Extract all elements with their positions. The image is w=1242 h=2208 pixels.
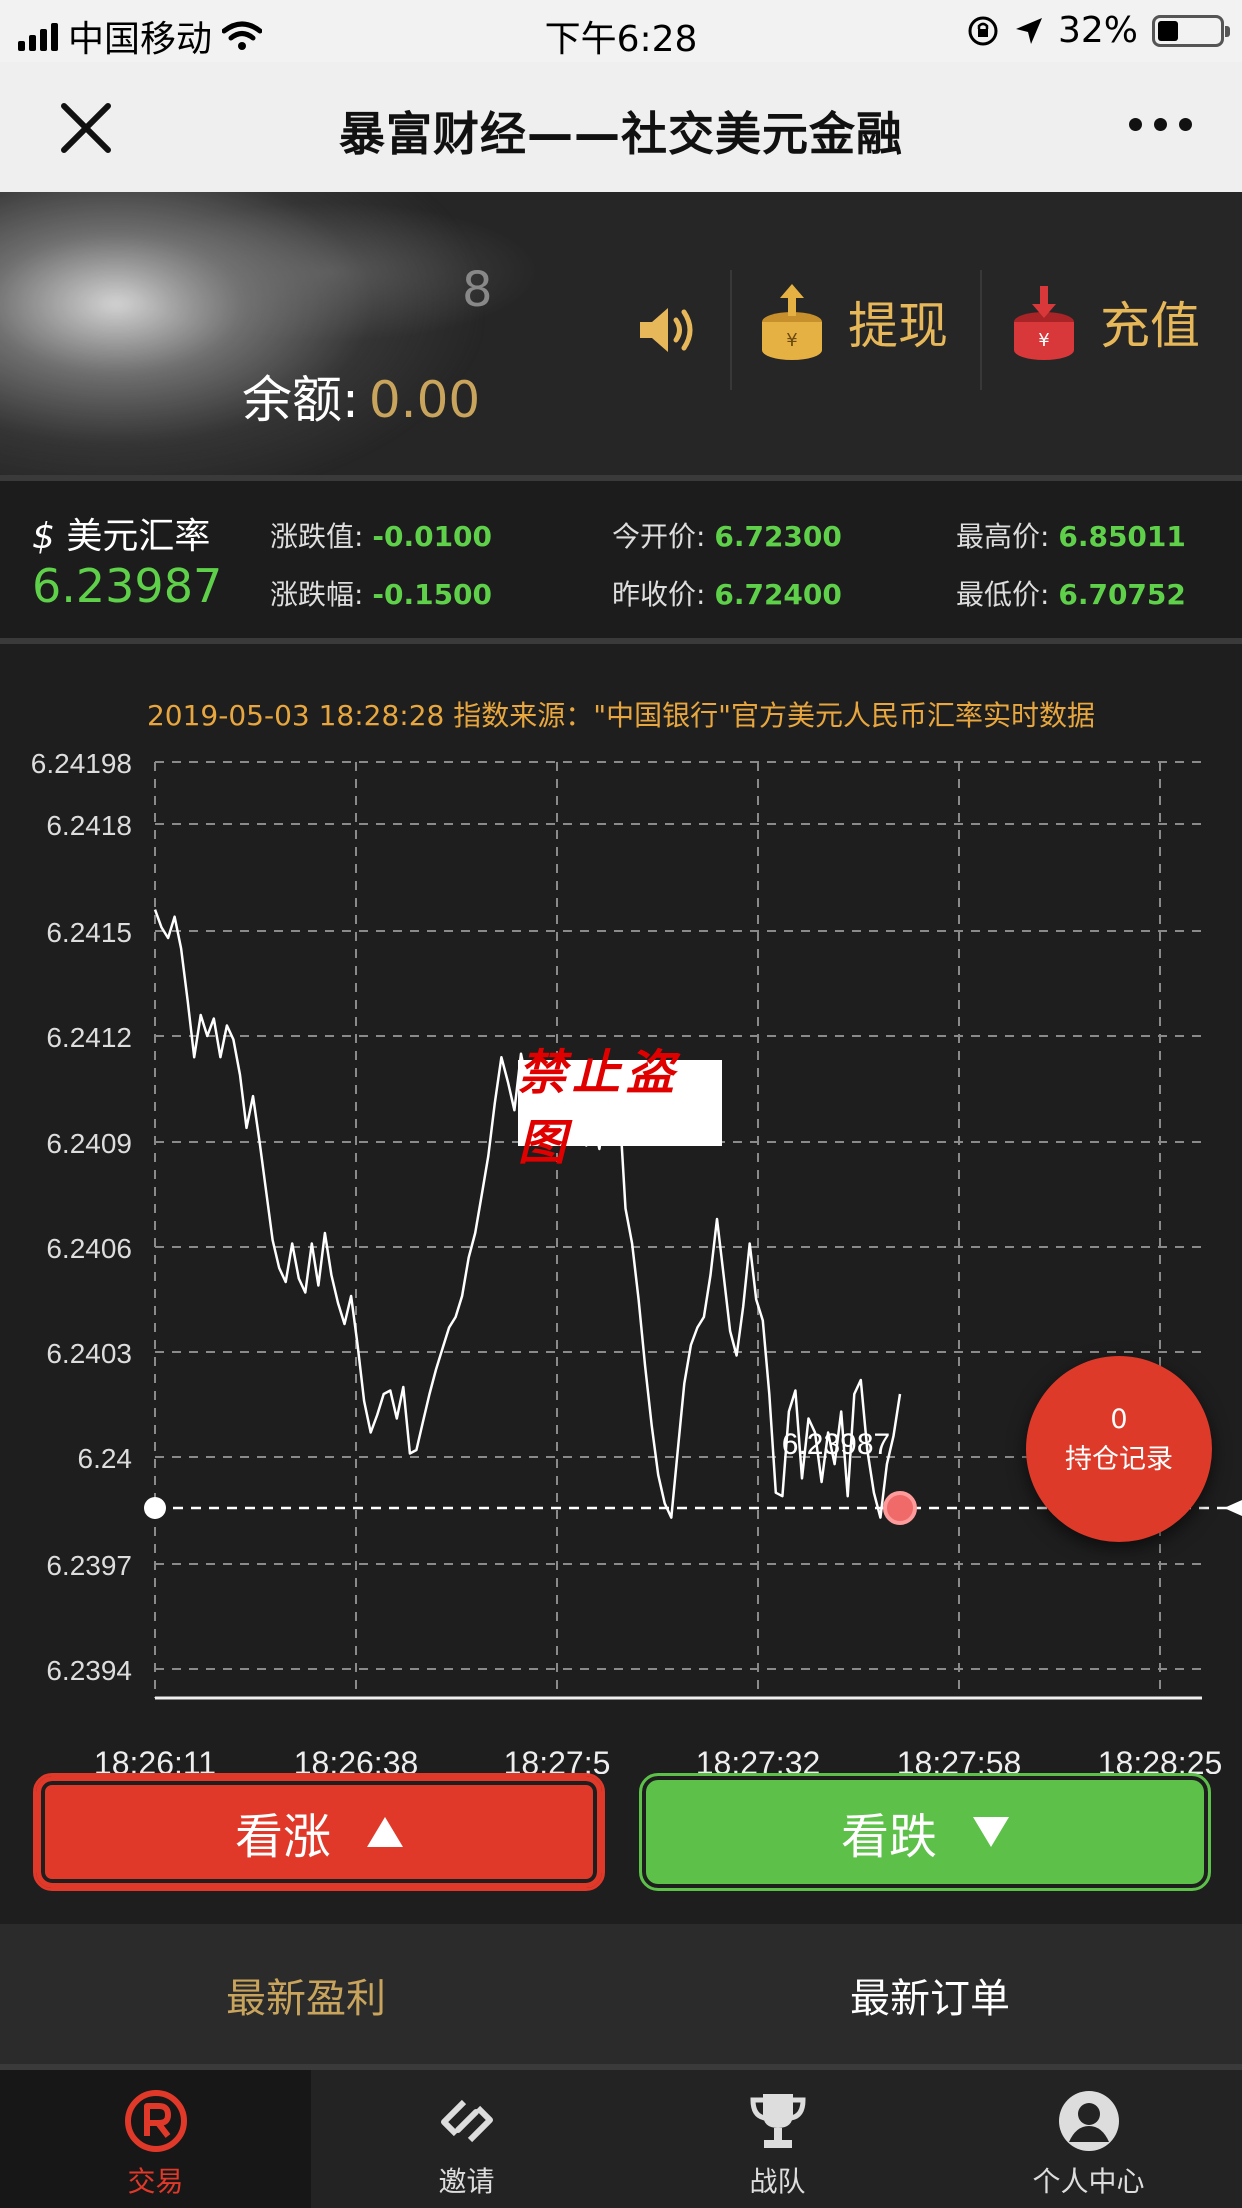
open-label: 今开价: [612,520,706,553]
y-tick-label: 6.2397 [46,1550,132,1581]
current-price-arrow [1224,1500,1242,1516]
trophy-icon [749,2094,806,2148]
change-stat: 涨跌值: -0.0100 [270,515,492,555]
recharge-label: 充值 [1100,297,1200,355]
recharge-button[interactable]: ¥ 充值 [1012,282,1200,362]
buy-up-button[interactable]: 看涨 [33,1773,605,1891]
nav-team[interactable]: 战队 [622,2070,933,2208]
rate-label: $ 美元汇率 [32,507,210,559]
nav-trade-label: 交易 [127,2165,184,2198]
dollar-icon: $ [32,516,55,557]
more-icon[interactable] [1129,118,1192,131]
triangle-down-icon [973,1817,1009,1847]
change-label: 涨跌值: [270,520,364,553]
buy-up-label: 看涨 [234,1809,331,1865]
x-tick-label: 18:27:5 [504,1745,611,1774]
nav-profile[interactable]: 个人中心 [933,2070,1242,2208]
tab-latest-orders[interactable]: 最新订单 [850,1966,1010,2024]
header-separator-2 [980,270,982,390]
battery-percent: 32% [1057,10,1138,51]
withdraw-button[interactable]: ¥ 提现 [760,282,948,362]
svg-text:¥: ¥ [1038,330,1049,351]
current-price-dot [883,1491,917,1525]
withdraw-coin-icon: ¥ [762,284,822,360]
change-pct-stat: 涨跌幅: -0.1500 [270,573,492,613]
header-separator [730,270,732,390]
feed-tabs: 最新盈利 最新订单 [0,1924,1242,2064]
x-tick-label: 18:28:25 [1098,1745,1223,1774]
change-pct-value: -0.1500 [372,578,493,611]
price-line [153,909,902,1519]
low-stat: 最低价: 6.70752 [956,573,1186,613]
change-value: -0.0100 [372,520,493,553]
y-tick-label: 6.2409 [46,1128,132,1159]
y-tick-label: 6.2403 [46,1338,132,1369]
buy-down-button[interactable]: 看跌 [639,1773,1211,1891]
nav-invite[interactable]: 邀请 [311,2070,622,2208]
balance: 余额: 0.00 [242,360,480,432]
y-tick-label: 6.2394 [46,1655,132,1686]
nav-trade[interactable]: 交易 [0,2070,311,2208]
nav-team-label: 战队 [749,2165,806,2198]
hold-records-button[interactable]: 0 持仓记录 [1026,1356,1212,1542]
prev-close-value: 6.72400 [714,578,842,611]
battery-fill [1158,20,1178,41]
link-icon [440,2099,493,2143]
user-id: 8 [462,262,493,318]
hold-count: 0 [1110,1404,1128,1435]
nav-bar: 暴富财经——社交美元金融 [0,62,1242,192]
high-value: 6.85011 [1058,520,1186,553]
nav-profile-label: 个人中心 [1032,2165,1145,2198]
tab-latest-profit[interactable]: 最新盈利 [226,1966,386,2024]
low-value: 6.70752 [1058,578,1186,611]
current-price-label: 6.23987 [782,1428,890,1461]
x-tick-label: 18:26:11 [94,1745,216,1774]
prev-close-stat: 昨收价: 6.72400 [612,573,842,613]
open-stat: 今开价: 6.72300 [612,515,842,555]
nav-invite-label: 邀请 [438,2165,495,2198]
balance-label: 余额: [242,371,359,429]
status-bar: 中国移动 下午6:28 32% [0,0,1242,62]
y-tick-label: 6.24198 [31,748,132,779]
y-tick-label: 6.2406 [46,1233,132,1264]
low-label: 最低价: [956,578,1050,611]
prev-close-label: 昨收价: [612,578,706,611]
speaker-icon[interactable] [636,304,698,356]
user-icon [1058,2091,1119,2151]
rate-name: 美元汇率 [66,516,211,557]
battery-icon [1152,14,1230,47]
bottom-nav: 交易 邀请 战队 个人中心 [0,2070,1242,2208]
x-tick-label: 18:27:32 [696,1745,821,1774]
price-chart[interactable]: 6.24198 6.2418 6.2415 6.2412 6.2409 6.2406 6.2… [0,644,1242,1774]
x-tick-label: 18:27:58 [897,1745,1022,1774]
recharge-coin-icon: ¥ [1014,286,1074,360]
y-tick-label: 6.2418 [46,810,132,841]
chart-area: 2019-05-03 18:28:28 指数来源："中国银行"官方美元人民币汇率… [0,644,1242,1924]
y-tick-label: 6.24 [78,1443,133,1474]
high-label: 最高价: [956,520,1050,553]
location-icon [1015,17,1042,44]
balance-value: 0.00 [368,371,481,429]
rate-panel: $ 美元汇率 6.23987 涨跌值: -0.0100 涨跌幅: -0.1500… [0,481,1242,638]
y-tick-label: 6.2412 [46,1022,132,1053]
x-tick-label: 18:26:38 [294,1745,419,1774]
status-right: 32% [966,10,1230,51]
svg-text:¥: ¥ [786,330,797,351]
rotation-lock-icon [968,16,998,45]
registered-icon [124,2090,187,2152]
rate-price: 6.23987 [32,559,223,613]
open-value: 6.72300 [714,520,842,553]
buy-down-label: 看跌 [840,1809,937,1865]
watermark: 禁止盗图 [518,1045,722,1171]
y-tick-label: 6.2415 [46,917,132,948]
withdraw-label: 提现 [848,297,948,355]
start-dot [144,1497,166,1519]
high-stat: 最高价: 6.85011 [956,515,1186,555]
account-header: 8 余额: 0.00 ¥ 提现 ¥ 充值 [0,192,1242,475]
page-title: 暴富财经——社交美元金融 [339,107,903,161]
change-pct-label: 涨跌幅: [270,578,364,611]
triangle-up-icon [367,1817,403,1847]
hold-label: 持仓记录 [1065,1444,1173,1475]
